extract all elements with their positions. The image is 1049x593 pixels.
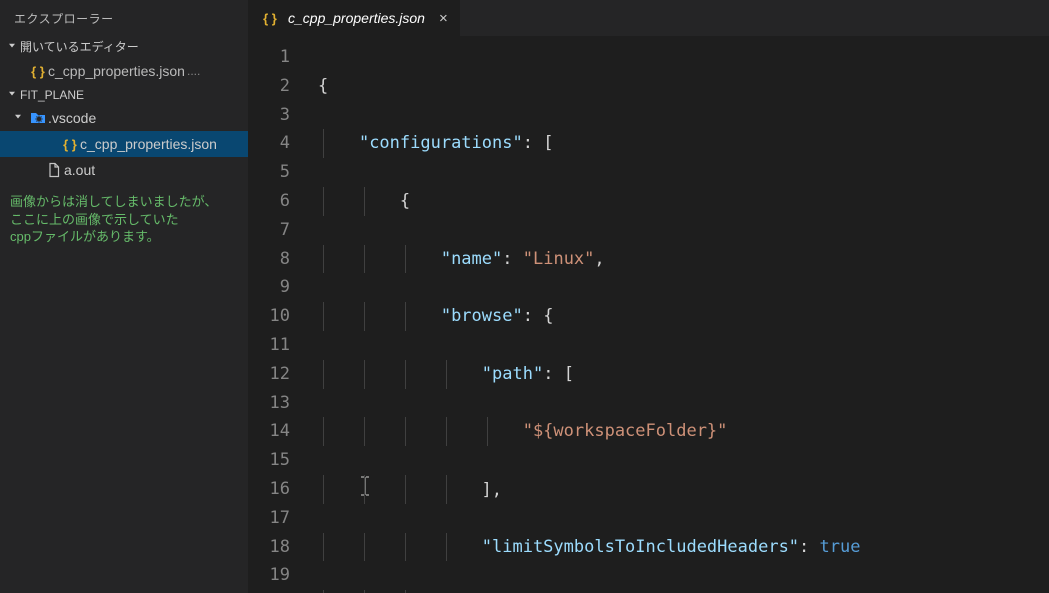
code-line: ], bbox=[318, 475, 1049, 504]
chevron-down-icon bbox=[4, 88, 20, 103]
code-line: { bbox=[318, 72, 1049, 101]
code-area[interactable]: { "configurations": [ { "name": "Linux",… bbox=[318, 36, 1049, 593]
chevron-down-icon bbox=[4, 40, 20, 55]
editor-body[interactable]: 1 2 3 4 5 6 7 8 9 10 11 12 13 14 15 16 1… bbox=[248, 36, 1049, 593]
open-editors-header[interactable]: 開いているエディター bbox=[0, 35, 248, 58]
chevron-down-icon bbox=[12, 111, 28, 126]
json-file-icon: { } bbox=[28, 64, 48, 79]
open-editors-label: 開いているエディター bbox=[20, 38, 139, 55]
note-line: cppファイルがあります。 bbox=[10, 228, 238, 246]
annotation-note: 画像からは消してしまいましたが、 ここに上の画像で示していた cppファイルがあ… bbox=[0, 183, 248, 256]
folder-vscode-label: .vscode bbox=[48, 110, 96, 126]
line-gutter: 1 2 3 4 5 6 7 8 9 10 11 12 13 14 15 16 1… bbox=[248, 36, 318, 593]
tab-bar: { } c_cpp_properties.json × bbox=[248, 0, 1049, 36]
close-icon[interactable]: × bbox=[439, 10, 448, 27]
project-header[interactable]: FIT_PLANE bbox=[0, 84, 248, 105]
note-line: ここに上の画像で示していた bbox=[10, 211, 238, 229]
folder-settings-icon bbox=[28, 110, 48, 126]
tree-folder-vscode[interactable]: .vscode bbox=[0, 105, 248, 131]
tree-file-json[interactable]: { } c_cpp_properties.json bbox=[0, 131, 248, 157]
open-editor-item[interactable]: { } c_cpp_properties.json .... bbox=[0, 58, 248, 84]
code-line: "limitSymbolsToIncludedHeaders": true bbox=[318, 533, 1049, 562]
code-line: "path": [ bbox=[318, 360, 1049, 389]
project-name: FIT_PLANE bbox=[20, 88, 84, 102]
open-editor-suffix: .... bbox=[187, 64, 200, 78]
code-line: "${workspaceFolder}" bbox=[318, 417, 1049, 446]
editor-pane: { } c_cpp_properties.json × 1 2 3 4 5 6 … bbox=[248, 0, 1049, 593]
code-line: { bbox=[318, 187, 1049, 216]
tree-file-aout[interactable]: a.out bbox=[0, 157, 248, 183]
open-editor-filename: c_cpp_properties.json bbox=[48, 63, 185, 79]
code-line: "browse": { bbox=[318, 302, 1049, 331]
file-json-label: c_cpp_properties.json bbox=[80, 136, 217, 152]
json-file-icon: { } bbox=[260, 11, 280, 26]
code-line: "name": "Linux", bbox=[318, 245, 1049, 274]
note-line: 画像からは消してしまいましたが、 bbox=[10, 193, 238, 211]
tab-filename: c_cpp_properties.json bbox=[288, 10, 425, 26]
code-line: "configurations": [ bbox=[318, 129, 1049, 158]
explorer-sidebar: エクスプローラー 開いているエディター { } c_cpp_properties… bbox=[0, 0, 248, 593]
json-file-icon: { } bbox=[60, 137, 80, 152]
explorer-title: エクスプローラー bbox=[0, 0, 248, 35]
editor-tab[interactable]: { } c_cpp_properties.json × bbox=[248, 0, 460, 36]
file-aout-label: a.out bbox=[64, 162, 95, 178]
generic-file-icon bbox=[44, 162, 64, 178]
